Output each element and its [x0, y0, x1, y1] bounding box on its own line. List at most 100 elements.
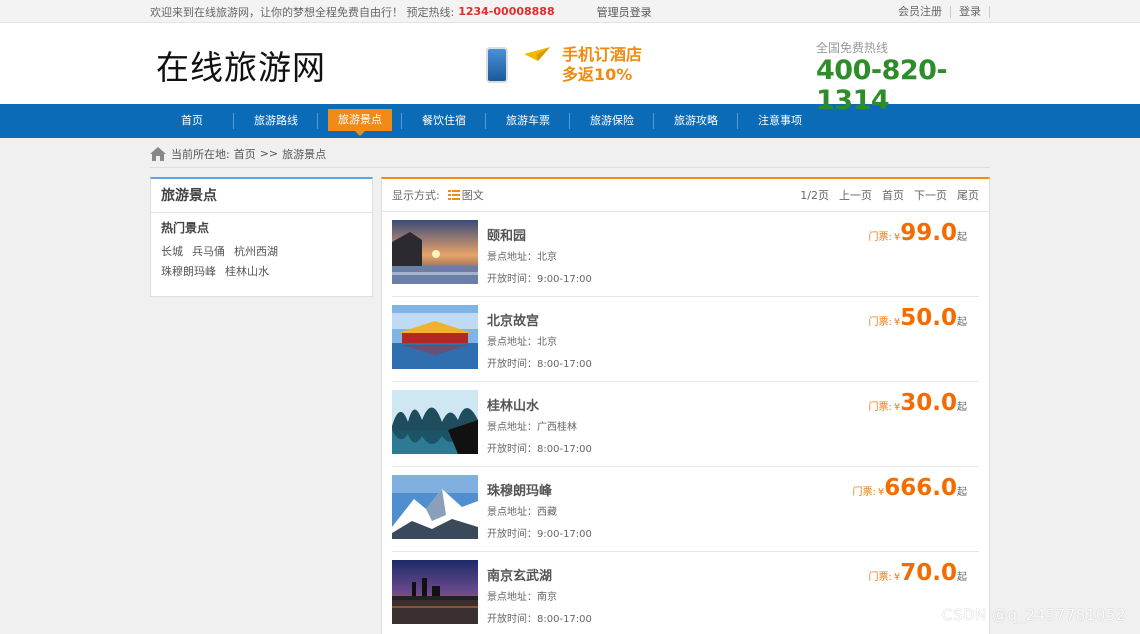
- breadcrumb: 当前所在地: 首页 >> 旅游景点: [150, 140, 990, 168]
- attraction-photo[interactable]: [392, 560, 478, 624]
- reservation-hotline: 1234-00008888: [458, 5, 555, 18]
- attraction-item[interactable]: 北京故宫景点地址：北京开放时间：8:00-17:00 门票: ¥50.0起: [392, 297, 979, 382]
- top-bar: 欢迎来到在线旅游网，让你的梦想全程免费自由行！ 预定热线: 1234-00008…: [0, 0, 1140, 23]
- price-suffix: 起: [957, 572, 967, 583]
- price-value: 99.0: [900, 220, 957, 246]
- attraction-hours: 开放时间：8:00-17:00: [487, 614, 592, 625]
- hot-spot-tag[interactable]: 长城: [161, 242, 183, 262]
- mobile-hotel-promo[interactable]: 手机订酒店 多返10%: [480, 43, 650, 87]
- price-value: 70.0: [900, 560, 957, 586]
- attraction-address: 景点地址：广西桂林: [487, 422, 577, 433]
- attraction-name[interactable]: 桂林山水: [487, 395, 539, 414]
- watermark: CSDN @q_2457781052: [942, 606, 1126, 624]
- breadcrumb-home[interactable]: 首页: [234, 146, 256, 162]
- nav-item-label: 餐饮住宿: [422, 114, 466, 127]
- attraction-name[interactable]: 北京故宫: [487, 310, 539, 329]
- nav-item-label: 旅游景点: [328, 109, 392, 136]
- nav-item-4[interactable]: 旅游车票: [486, 104, 570, 138]
- nav-item-0[interactable]: 首页: [150, 104, 234, 138]
- attraction-name[interactable]: 南京玄武湖: [487, 565, 552, 584]
- hot-spot-tag[interactable]: 桂林山水: [225, 262, 269, 282]
- ticket-price: 门票: ¥50.0起: [869, 305, 968, 331]
- display-mode-value[interactable]: 图文: [462, 187, 484, 203]
- attraction-photo[interactable]: [392, 305, 478, 369]
- promo-line-1: 手机订酒店: [562, 45, 643, 64]
- page-info: 1/2页: [800, 189, 829, 202]
- main-nav: 首页 旅游路线 旅游景点 餐饮住宿 旅游车票 旅游保险 旅游攻略 注意事项: [0, 104, 1140, 138]
- attraction-hours: 开放时间：8:00-17:00: [487, 444, 592, 455]
- price-label: 门票:: [868, 317, 892, 328]
- admin-login-link[interactable]: 管理员登录: [597, 4, 652, 20]
- attraction-address: 景点地址：南京: [487, 592, 557, 603]
- login-link[interactable]: 登录: [951, 5, 990, 18]
- site-logo[interactable]: 在线旅游网: [156, 41, 326, 89]
- hot-spot-tag[interactable]: 兵马俑: [192, 242, 225, 262]
- attraction-hours: 开放时间：9:00-17:00: [487, 274, 592, 285]
- last-page-link[interactable]: 尾页: [957, 187, 979, 203]
- nav-item-label: 注意事项: [758, 114, 802, 127]
- breadcrumb-label: 当前所在地:: [171, 147, 230, 161]
- breadcrumb-separator: >>: [259, 147, 279, 160]
- nav-item-6[interactable]: 旅游攻略: [654, 104, 738, 138]
- site-header: 在线旅游网 手机订酒店 多返10% 全国免费热线 400-820-1314: [0, 23, 1140, 116]
- price-label: 门票:: [868, 402, 892, 413]
- nav-item-2[interactable]: 旅游景点: [318, 104, 402, 138]
- attraction-hours: 开放时间：9:00-17:00: [487, 529, 592, 540]
- nav-item-5[interactable]: 旅游保险: [570, 104, 654, 138]
- attraction-hours: 开放时间：8:00-17:00: [487, 359, 592, 370]
- hotline-label: 全国免费热线: [816, 41, 889, 55]
- attraction-photo[interactable]: [392, 475, 478, 539]
- attraction-item[interactable]: 颐和园景点地址：北京开放时间：9:00-17:00 门票: ¥99.0起: [392, 212, 979, 297]
- ticket-price: 门票: ¥30.0起: [869, 390, 968, 416]
- attraction-address: 景点地址：西藏: [487, 507, 557, 518]
- attraction-list-panel: 显示方式: 图文 1/2页 上一页 首页 下一页 尾页 颐和园 景点地址：北京 开放…: [381, 177, 990, 634]
- nav-item-3[interactable]: 餐饮住宿: [402, 104, 486, 138]
- nav-item-1[interactable]: 旅游路线: [234, 104, 318, 138]
- sidebar-title: 旅游景点: [151, 179, 372, 213]
- attraction-name[interactable]: 颐和园: [487, 225, 526, 244]
- hot-spot-tag[interactable]: 杭州西湖: [234, 242, 278, 262]
- price-label: 门票:: [852, 487, 876, 498]
- nav-item-label: 首页: [181, 114, 203, 127]
- register-link[interactable]: 会员注册: [890, 5, 951, 18]
- ticket-price: 门票: ¥666.0起: [852, 475, 967, 501]
- price-suffix: 起: [957, 402, 967, 413]
- display-mode-label: 显示方式:: [392, 189, 440, 202]
- nav-item-label: 旅游保险: [590, 114, 634, 127]
- paper-plane-icon: [524, 47, 550, 61]
- ticket-price: 门票: ¥70.0起: [869, 560, 968, 586]
- promo-line-2: 多返10%: [562, 65, 633, 84]
- list-view-icon[interactable]: [447, 190, 460, 200]
- list-toolbar: 显示方式: 图文 1/2页 上一页 首页 下一页 尾页: [382, 179, 989, 212]
- ticket-price: 门票: ¥99.0起: [869, 220, 968, 246]
- prev-page-link[interactable]: 上一页: [839, 187, 872, 203]
- nav-item-7[interactable]: 注意事项: [738, 104, 822, 138]
- price-value: 666.0: [884, 475, 957, 501]
- price-suffix: 起: [957, 232, 967, 243]
- price-value: 30.0: [900, 390, 957, 416]
- attraction-item[interactable]: 桂林山水景点地址：广西桂林开放时间：8:00-17:00 门票: ¥30.0起: [392, 382, 979, 467]
- nav-item-label: 旅游车票: [506, 114, 550, 127]
- price-label: 门票:: [868, 572, 892, 583]
- attraction-item[interactable]: 珠穆朗玛峰景点地址：西藏开放时间：9:00-17:00 门票: ¥666.0起: [392, 467, 979, 552]
- price-suffix: 起: [957, 317, 967, 328]
- nav-item-label: 旅游路线: [254, 114, 298, 127]
- first-page-link[interactable]: 首页: [882, 187, 904, 203]
- breadcrumb-current: 旅游景点: [282, 147, 327, 161]
- sidebar: 旅游景点 热门景点 长城 兵马俑 杭州西湖 珠穆朗玛峰 桂林山水: [150, 177, 373, 297]
- attraction-item[interactable]: 南京玄武湖景点地址：南京开放时间：8:00-17:00 门票: ¥70.0起: [392, 552, 979, 634]
- attraction-address: 景点地址：北京: [487, 252, 557, 263]
- phone-icon: [486, 47, 508, 83]
- pager: 1/2页 上一页 首页 下一页 尾页: [790, 187, 979, 203]
- price-value: 50.0: [900, 305, 957, 331]
- hot-spot-tag[interactable]: 珠穆朗玛峰: [161, 262, 216, 282]
- attraction-photo[interactable]: [392, 220, 478, 284]
- sidebar-subtitle: 热门景点: [161, 221, 210, 235]
- attraction-photo[interactable]: [392, 390, 478, 454]
- price-suffix: 起: [957, 487, 967, 498]
- attraction-address: 景点地址：北京: [487, 337, 557, 348]
- hot-spot-tags: 长城 兵马俑 杭州西湖 珠穆朗玛峰 桂林山水: [151, 236, 351, 282]
- attraction-name[interactable]: 珠穆朗玛峰: [487, 480, 552, 499]
- welcome-text: 欢迎来到在线旅游网，让你的梦想全程免费自由行！ 预定热线:: [150, 5, 455, 19]
- next-page-link[interactable]: 下一页: [914, 187, 947, 203]
